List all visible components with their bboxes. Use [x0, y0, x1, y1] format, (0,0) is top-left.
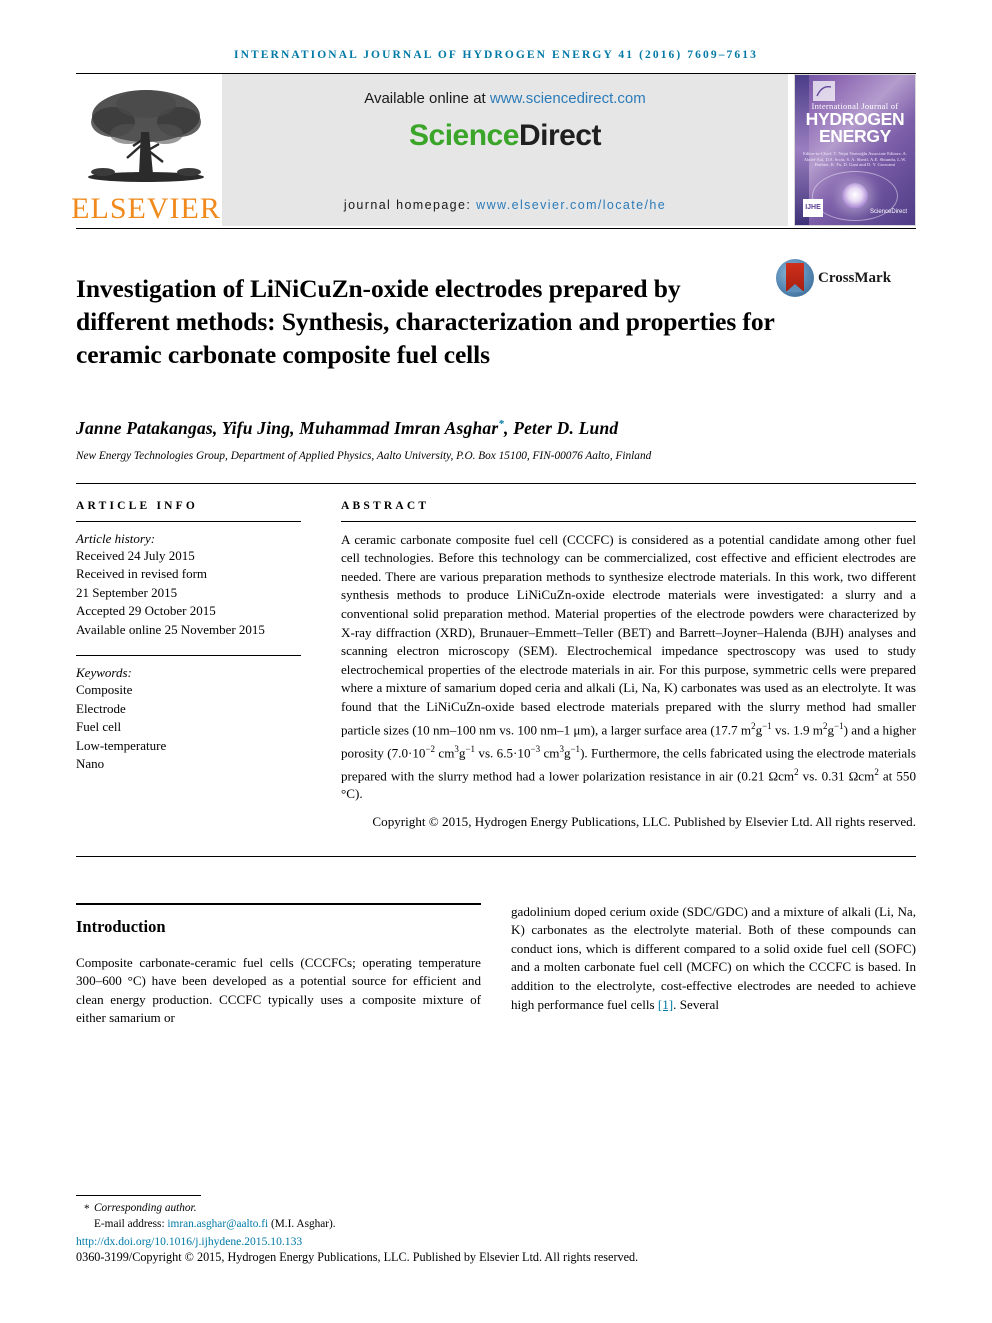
sciencedirect-logo: ScienceDirect — [409, 119, 601, 153]
body-column-right: gadolinium doped cerium oxide (SDC/GDC) … — [511, 903, 916, 1041]
history-item: Available online 25 November 2015 — [76, 621, 265, 637]
cover-orb-graphic — [842, 183, 868, 209]
abstract-sup: −1 — [570, 743, 581, 754]
page-footer: * Corresponding author. E-mail address: i… — [76, 1195, 916, 1265]
cover-ihe-badge: IJHE — [803, 199, 823, 217]
abstract-column: Abstract A ceramic carbonate composite f… — [319, 500, 916, 832]
affiliation: New Energy Technologies Group, Departmen… — [76, 450, 652, 463]
introduction-paragraph-right: gadolinium doped cerium oxide (SDC/GDC) … — [511, 903, 916, 1015]
article-info-rule — [76, 520, 301, 522]
available-online-line: Available online at www.sciencedirect.co… — [364, 90, 646, 107]
sciencedirect-url-link[interactable]: www.sciencedirect.com — [490, 90, 646, 107]
keyword-item: Nano — [76, 756, 105, 772]
sciencedirect-banner: Available online at www.sciencedirect.co… — [222, 74, 788, 226]
introduction-paragraph-left: Composite carbonate-ceramic fuel cells (… — [76, 954, 481, 1026]
issn-copyright-line: 0360-3199/Copyright © 2015, Hydrogen Ene… — [76, 1250, 639, 1264]
abstract-mid: vs. 1.9 m — [771, 721, 823, 737]
intro-right-text-before-citation: gadolinium doped cerium oxide (SDC/GDC) … — [511, 903, 916, 1012]
abstract-sup: −2 — [425, 743, 436, 754]
running-head: international journal of hydrogen energy… — [234, 49, 758, 61]
author-list: Janne Patakangas, Yifu Jing, Muhammad Im… — [76, 418, 916, 439]
email-line: E-mail address: imran.asghar@aalto.fi (M… — [76, 1217, 916, 1233]
elsevier-logo-block: ELSEVIER — [71, 74, 220, 226]
corresponding-star: * — [84, 1203, 90, 1215]
body-columns: Introduction Composite carbonate-ceramic… — [76, 902, 916, 1041]
introduction-rule — [76, 902, 481, 905]
abstract-part-1: A ceramic carbonate composite fuel cell … — [341, 531, 916, 737]
cover-elsevier-icon — [813, 81, 835, 101]
corresponding-author-note: * Corresponding author. — [76, 1201, 916, 1217]
elsevier-wordmark: ELSEVIER — [71, 192, 221, 225]
doi-line[interactable]: http://dx.doi.org/10.1016/j.ijhydene.201… — [76, 1235, 916, 1248]
keywords-rule — [76, 655, 301, 657]
masthead-divider — [76, 228, 916, 229]
cover-title-line2: ENERGY — [818, 126, 892, 146]
abstract-mid: cm — [540, 744, 560, 760]
abstract-sup: −1 — [465, 743, 476, 754]
abstract-mid: cm — [435, 744, 455, 760]
journal-cover-thumbnail: International Journal of HYDROGEN ENERGY… — [794, 74, 916, 226]
keyword-item: Low-temperature — [76, 737, 167, 753]
citation-link-1[interactable]: [1] — [658, 997, 673, 1012]
title-row: Investigation of LiNiCuZn-oxide electrod… — [76, 255, 916, 388]
corresponding-author-label: Corresponding author. — [94, 1202, 197, 1214]
authors-tail: , Peter D. Lund — [504, 418, 619, 439]
footnote-rule — [76, 1195, 201, 1196]
sciencedirect-logo-direct: Direct — [518, 119, 602, 152]
cover-editors: Editor-in-Chief: T. Nejat Veziroğlu Asso… — [802, 151, 907, 168]
abstract-rule — [341, 520, 916, 522]
abstract-heading: Abstract — [341, 499, 430, 512]
authors-text: Janne Patakangas, Yifu Jing, Muhammad Im… — [76, 418, 499, 439]
journal-homepage-line: journal homepage: www.elsevier.com/locat… — [222, 198, 788, 212]
article-history-label: Article history: — [76, 530, 156, 546]
history-item: Received in revised form — [76, 566, 208, 582]
page-title: Investigation of LiNiCuZn-oxide electrod… — [76, 274, 775, 370]
keyword-item: Electrode — [76, 700, 126, 716]
info-abstract-section: Article info Article history: Received 2… — [76, 500, 916, 832]
doi-link[interactable]: http://dx.doi.org/10.1016/j.ijhydene.201… — [76, 1235, 302, 1248]
journal-homepage-link[interactable]: www.elsevier.com/locate/he — [476, 198, 666, 212]
journal-masthead: ELSEVIER Available online at www.science… — [71, 74, 916, 226]
crossmark-label: CrossMark — [818, 269, 892, 286]
article-info-column: Article info Article history: Received 2… — [76, 500, 319, 832]
abstract-sup: −1 — [762, 720, 772, 731]
abstract-body: A ceramic carbonate composite fuel cell … — [341, 531, 916, 804]
history-item: Received 24 July 2015 — [76, 547, 195, 563]
history-item: Accepted 29 October 2015 — [76, 603, 216, 619]
email-link[interactable]: imran.asghar@aalto.fi — [167, 1218, 268, 1230]
elsevier-tree-icon — [88, 90, 204, 182]
available-online-text: Available online at — [364, 90, 490, 107]
abstract-copyright: Copyright © 2015, Hydrogen Energy Public… — [372, 814, 916, 830]
sciencedirect-logo-science: Science — [409, 119, 519, 152]
abstract-mid: vs. 6.5·10 — [475, 744, 531, 760]
keywords-label: Keywords: — [76, 665, 132, 681]
email-suffix: (M.I. Asghar). — [268, 1217, 336, 1230]
paper-page: international journal of hydrogen energy… — [0, 0, 992, 1323]
journal-homepage-label: journal homepage: — [343, 198, 477, 212]
abstract-sup: −3 — [530, 743, 541, 754]
article-info-heading: Article info — [76, 499, 199, 512]
intro-right-text-after-citation: . Several — [673, 996, 719, 1012]
abstract-sup: −1 — [834, 720, 844, 731]
abstract-mid: vs. 0.31 Ωcm — [798, 767, 875, 783]
keyword-item: Fuel cell — [76, 719, 122, 735]
body-column-left: Introduction Composite carbonate-ceramic… — [76, 902, 481, 1041]
cover-sciencedirect-mark: ScienceDirect — [869, 209, 907, 215]
cover-title: HYDROGEN ENERGY — [795, 110, 915, 146]
email-label: E-mail address: — [94, 1217, 168, 1230]
history-item: 21 September 2015 — [76, 584, 178, 600]
abstract-top-divider — [76, 482, 916, 484]
keyword-item: Composite — [76, 682, 133, 698]
crossmark-icon — [776, 259, 814, 297]
introduction-heading: Introduction — [76, 916, 166, 936]
crossmark-badge[interactable]: CrossMark — [776, 259, 891, 297]
abstract-bottom-divider — [76, 855, 916, 857]
